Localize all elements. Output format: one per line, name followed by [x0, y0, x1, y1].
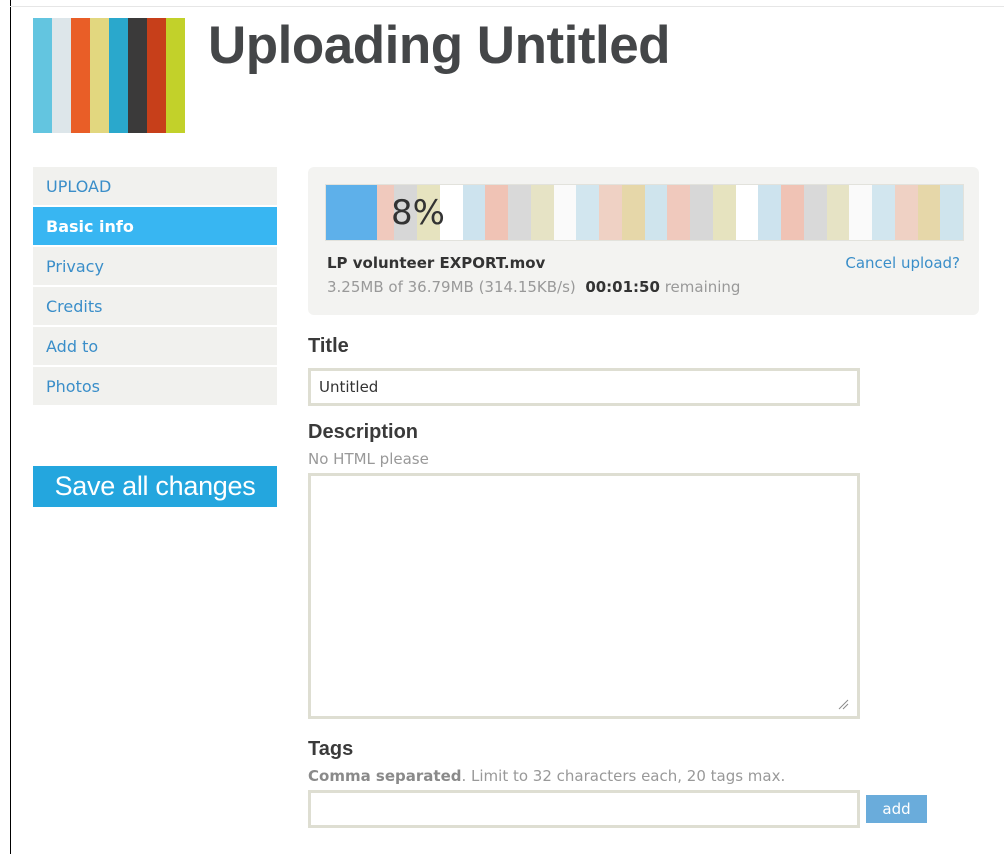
tags-hint-text: . Limit to 32 characters each, 20 tags m… — [461, 767, 786, 785]
sidebar-nav: UPLOAD Basic info Privacy Credits Add to… — [33, 167, 277, 407]
logo-stripe — [109, 18, 128, 133]
description-label: Description — [308, 421, 419, 443]
description-hint: No HTML please — [308, 450, 429, 468]
progress-track-stripe — [849, 185, 872, 240]
progress-track-stripe — [553, 185, 577, 240]
description-textarea[interactable] — [308, 473, 860, 719]
upload-stats: 3.25MB of 36.79MB (314.15KB/s) 00:01:50 … — [327, 278, 740, 296]
progress-track-stripe — [485, 185, 508, 240]
logo-stripe — [52, 18, 71, 133]
progress-track-stripe — [690, 185, 713, 240]
tags-hint: Comma separated. Limit to 32 characters … — [308, 767, 785, 785]
window-left-border — [10, 0, 11, 854]
progress-track-stripe — [530, 185, 554, 240]
progress-track-stripe — [940, 185, 963, 240]
progress-track-stripe — [894, 185, 918, 240]
upload-progress-text: 3.25MB of 36.79MB (314.15KB/s) — [327, 278, 576, 296]
progress-track-stripe — [758, 185, 781, 240]
logo-stripe — [128, 18, 147, 133]
progress-track-stripe — [667, 185, 690, 240]
progress-track-stripe — [712, 185, 736, 240]
progress-track-stripe — [576, 185, 599, 240]
sidebar-item-upload[interactable]: UPLOAD — [33, 167, 277, 205]
video-logo-icon — [33, 18, 185, 133]
file-name: LP volunteer EXPORT.mov — [327, 254, 546, 272]
logo-stripe — [33, 18, 52, 133]
title-label: Title — [308, 335, 349, 357]
title-input[interactable] — [308, 368, 860, 406]
resize-handle-icon[interactable] — [837, 698, 849, 710]
sidebar-item-privacy[interactable]: Privacy — [33, 247, 277, 285]
upload-progress-panel: 8% LP volunteer EXPORT.mov Cancel upload… — [308, 167, 979, 315]
tags-input[interactable] — [308, 790, 860, 828]
remaining-label: remaining — [664, 278, 741, 296]
logo-stripe — [71, 18, 90, 133]
logo-stripe — [166, 18, 185, 133]
logo-stripe — [90, 18, 109, 133]
sidebar-item-basic-info[interactable]: Basic info — [33, 207, 277, 245]
progress-track-stripe — [599, 185, 622, 240]
progress-track-stripe — [803, 185, 827, 240]
cancel-upload-link[interactable]: Cancel upload? — [845, 254, 960, 272]
progress-track-stripe — [826, 185, 850, 240]
save-all-changes-button[interactable]: Save all changes — [33, 466, 277, 507]
progress-track-stripe — [872, 185, 895, 240]
add-tag-button[interactable]: add — [866, 795, 927, 823]
progress-track-stripe — [735, 185, 759, 240]
tags-label: Tags — [308, 738, 354, 760]
progress-track-stripe — [508, 185, 531, 240]
progress-track-stripe — [621, 185, 645, 240]
window-top-border — [10, 6, 1004, 7]
tags-hint-emphasis: Comma separated — [308, 767, 462, 785]
progress-track-stripe — [781, 185, 804, 240]
sidebar-item-photos[interactable]: Photos — [33, 367, 277, 405]
time-remaining: 00:01:50 — [585, 278, 660, 296]
progress-track-stripe — [917, 185, 941, 240]
sidebar-item-credits[interactable]: Credits — [33, 287, 277, 325]
progress-bar-fill — [326, 185, 377, 240]
sidebar-item-add-to[interactable]: Add to — [33, 327, 277, 365]
progress-track-stripe — [462, 185, 486, 240]
logo-stripe — [147, 18, 166, 133]
progress-percent: 8% — [391, 193, 445, 233]
page-title: Uploading Untitled — [208, 16, 671, 75]
progress-track-stripe — [644, 185, 668, 240]
